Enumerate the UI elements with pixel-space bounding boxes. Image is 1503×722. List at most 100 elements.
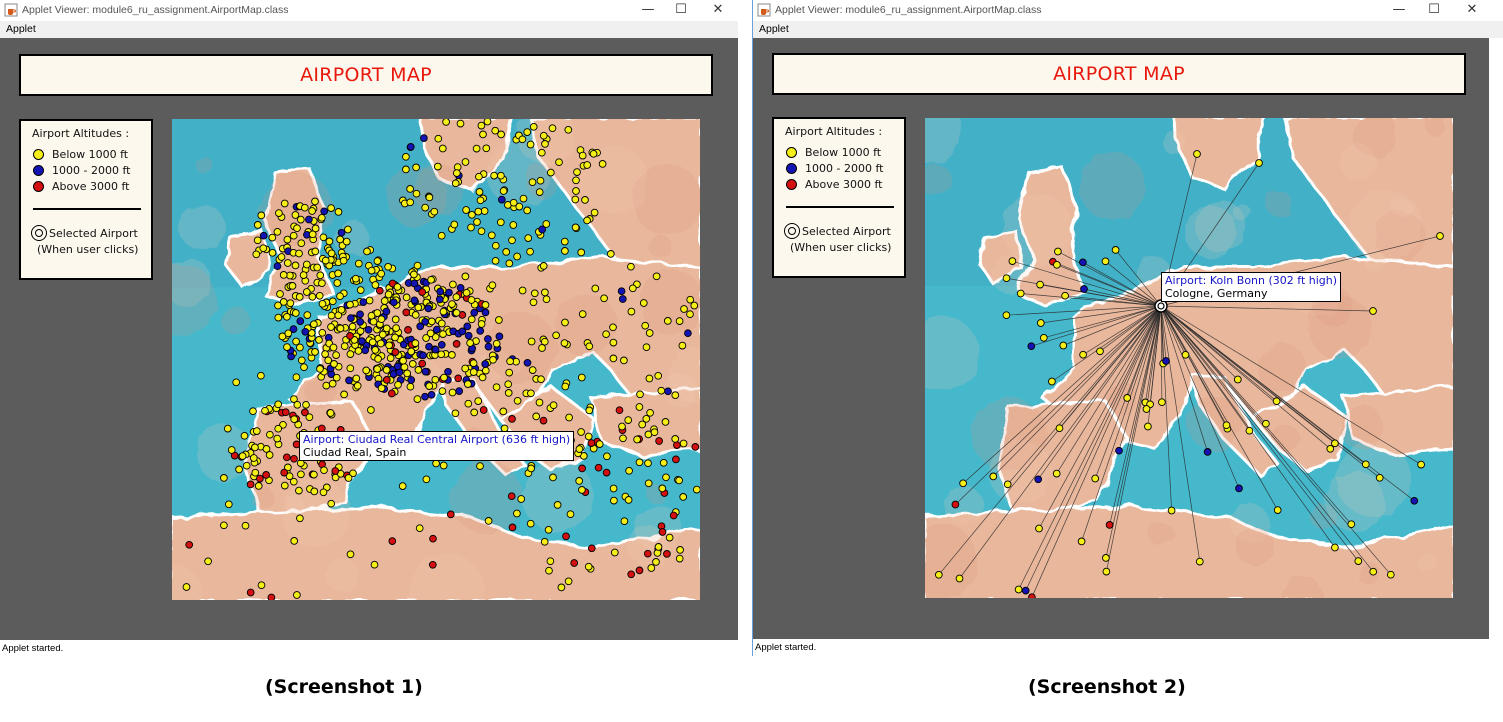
airport-marker[interactable] [655, 437, 663, 445]
airport-marker[interactable] [437, 319, 446, 328]
airport-marker[interactable] [364, 325, 373, 334]
airport-marker[interactable] [675, 317, 684, 325]
airport-marker[interactable] [548, 124, 557, 133]
airport-marker[interactable] [600, 294, 608, 303]
airport-marker[interactable] [415, 524, 424, 533]
airport-marker[interactable] [422, 475, 431, 484]
airport-marker[interactable] [354, 259, 363, 268]
airport-marker[interactable] [572, 187, 580, 195]
airport-marker[interactable] [274, 400, 283, 409]
airport-marker[interactable] [549, 473, 557, 482]
airport-marker[interactable] [585, 406, 594, 415]
airport-marker[interactable] [411, 339, 420, 348]
airport-marker[interactable] [581, 196, 589, 204]
airport-marker[interactable] [419, 351, 427, 360]
airport-marker[interactable] [526, 519, 535, 528]
airport-marker[interactable] [643, 549, 652, 558]
airport-marker[interactable] [402, 293, 411, 302]
airport-marker[interactable] [679, 493, 688, 501]
airport-marker[interactable] [480, 207, 489, 215]
airport-marker[interactable] [220, 474, 228, 482]
airport-marker[interactable] [220, 521, 228, 530]
airport-marker[interactable] [564, 125, 573, 134]
airport-marker[interactable] [481, 360, 490, 368]
airport-marker[interactable] [329, 343, 338, 352]
airport-marker[interactable] [281, 408, 290, 417]
airport-marker[interactable] [377, 384, 386, 393]
airport-marker[interactable] [326, 409, 335, 417]
airport-marker[interactable] [408, 360, 417, 368]
airport-marker[interactable] [386, 354, 395, 362]
airport-marker[interactable] [358, 337, 366, 345]
airport-marker[interactable] [367, 311, 376, 320]
airport-marker[interactable] [479, 130, 487, 139]
airport-marker[interactable] [477, 227, 486, 236]
airport-marker[interactable] [934, 570, 943, 579]
airport-marker[interactable] [461, 364, 470, 373]
airport-marker[interactable] [440, 373, 448, 382]
airport-marker[interactable] [1410, 496, 1419, 505]
airport-marker[interactable] [664, 387, 672, 396]
airport-marker[interactable] [412, 189, 421, 198]
airport-marker[interactable] [437, 340, 446, 349]
airport-marker[interactable] [1039, 333, 1048, 342]
airport-marker[interactable] [652, 272, 661, 281]
airport-marker[interactable] [232, 378, 241, 387]
airport-marker[interactable] [509, 221, 518, 229]
airport-marker[interactable] [280, 468, 289, 477]
airport-marker[interactable] [385, 341, 393, 350]
airport-marker[interactable] [1158, 398, 1166, 407]
airport-marker[interactable] [283, 235, 292, 244]
close-button[interactable]: ✕ [1454, 0, 1490, 20]
airport-marker[interactable] [455, 387, 464, 395]
airport-marker[interactable] [469, 359, 478, 368]
airport-marker[interactable] [583, 216, 591, 225]
airport-marker[interactable] [448, 300, 456, 308]
airport-marker[interactable] [406, 198, 415, 207]
airport-marker[interactable] [1003, 480, 1012, 489]
airport-marker[interactable] [585, 342, 594, 351]
airport-marker[interactable] [1061, 291, 1069, 300]
airport-marker[interactable] [359, 298, 368, 306]
airport-marker[interactable] [532, 412, 541, 421]
airport-marker[interactable] [274, 424, 283, 433]
airport-marker[interactable] [552, 331, 560, 340]
airport-marker[interactable] [1055, 424, 1064, 433]
airport-marker[interactable] [491, 241, 500, 250]
airport-marker[interactable] [565, 413, 573, 422]
airport-marker[interactable] [321, 350, 329, 358]
airport-marker[interactable] [628, 284, 637, 293]
airport-marker[interactable] [692, 485, 700, 494]
airport-marker[interactable] [185, 540, 194, 549]
airport-marker[interactable] [333, 279, 342, 287]
airport-marker[interactable] [584, 432, 593, 441]
maximize-button[interactable]: ☐ [1416, 0, 1452, 20]
airport-marker[interactable] [475, 172, 483, 181]
map-canvas[interactable] [925, 118, 1453, 598]
airport-marker[interactable] [246, 588, 255, 597]
airport-marker[interactable] [302, 260, 311, 269]
airport-marker[interactable] [505, 368, 514, 377]
airport-marker[interactable] [302, 400, 310, 409]
airport-marker[interactable] [259, 244, 268, 253]
airport-marker[interactable] [1077, 537, 1086, 546]
airport-marker[interactable] [671, 391, 680, 400]
airport-marker[interactable] [327, 499, 336, 508]
airport-marker[interactable] [321, 256, 330, 265]
airport-marker[interactable] [403, 369, 412, 378]
airport-marker[interactable] [368, 338, 377, 347]
airport-marker[interactable] [562, 532, 570, 541]
airport-marker[interactable] [1027, 342, 1036, 351]
airport-marker[interactable] [336, 324, 345, 333]
airport-marker[interactable] [657, 386, 666, 395]
airport-marker[interactable] [375, 286, 384, 295]
airport-marker[interactable] [496, 218, 505, 227]
airport-marker[interactable] [526, 247, 534, 256]
airport-marker[interactable] [504, 389, 513, 397]
airport-marker[interactable] [560, 339, 569, 347]
airport-marker[interactable] [479, 406, 488, 414]
airport-marker[interactable] [658, 528, 667, 536]
airport-marker[interactable] [477, 121, 486, 130]
minimize-button[interactable]: — [630, 0, 666, 20]
airport-marker[interactable] [425, 382, 434, 390]
